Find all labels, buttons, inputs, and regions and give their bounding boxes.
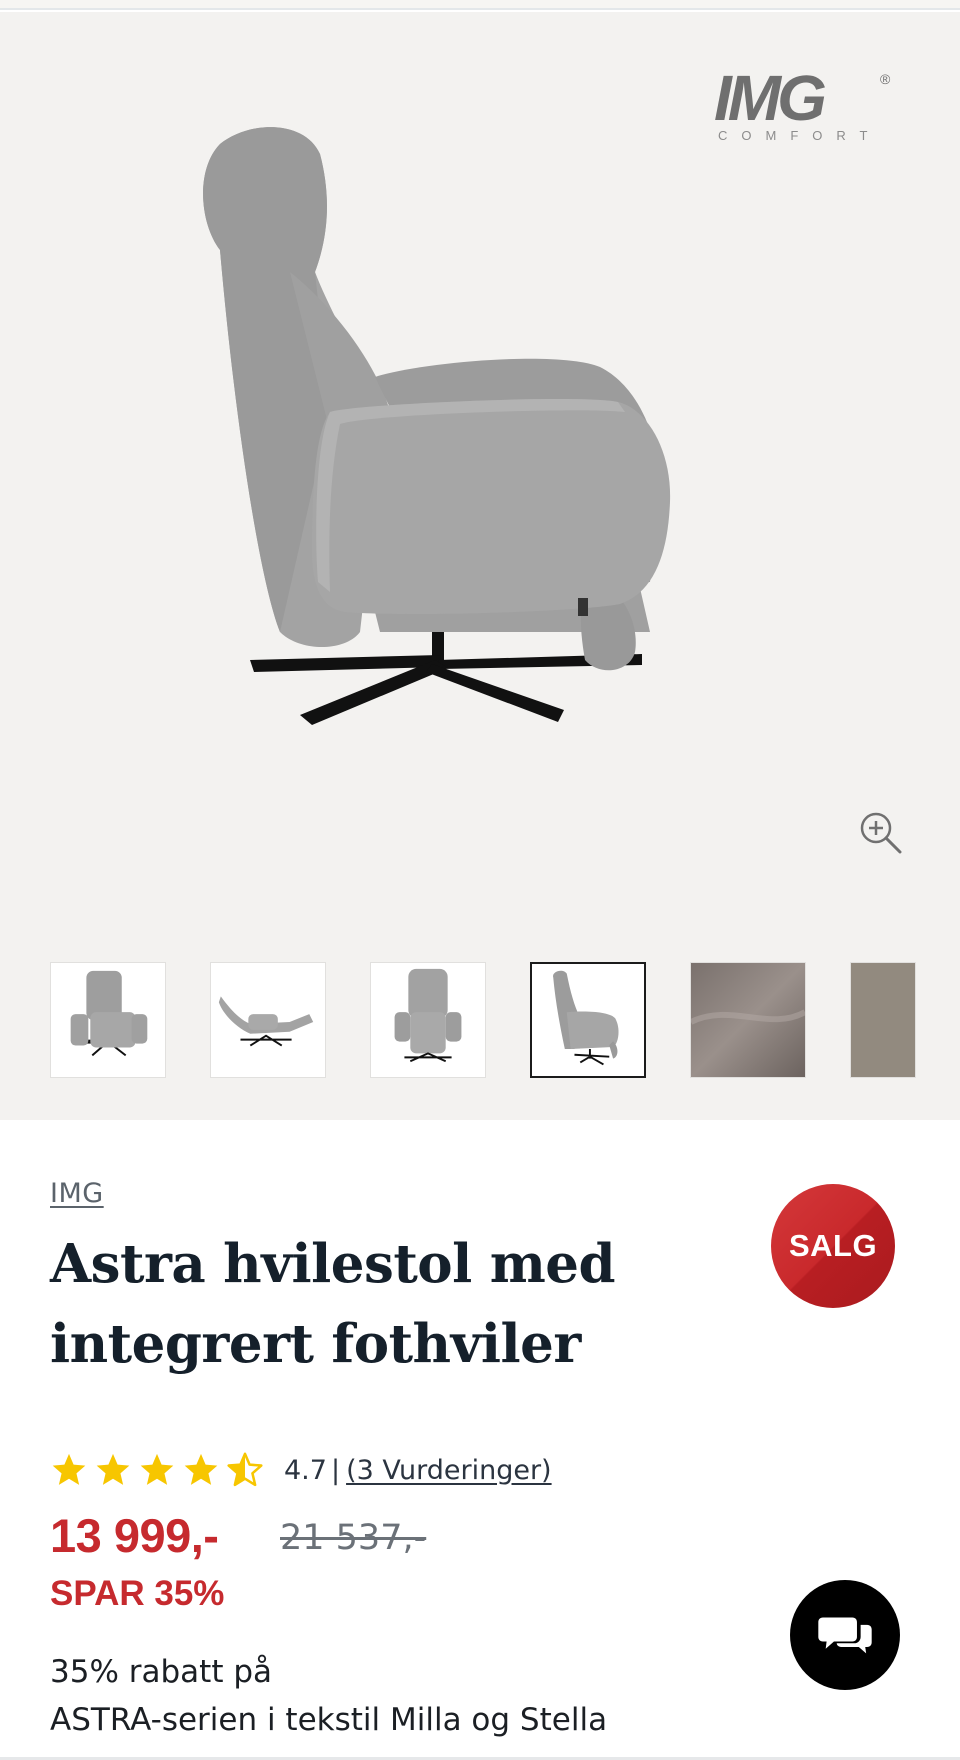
- sale-badge-label: SALG: [788, 1228, 878, 1263]
- promo-line2: ASTRA-serien i tekstil Milla og Stella: [50, 1702, 608, 1738]
- brand-link[interactable]: IMG: [50, 1178, 104, 1209]
- current-price: 13 999,-: [50, 1509, 219, 1562]
- star-full-icon: [140, 1453, 174, 1485]
- thumb-fabric-closeup[interactable]: [690, 962, 806, 1078]
- rating-separator: |: [330, 1454, 341, 1486]
- hero-product-image[interactable]: [180, 112, 780, 832]
- thumb-reclined[interactable]: [210, 962, 326, 1078]
- thumbnail-strip: [50, 962, 930, 1080]
- product-title-line2: integrert fothviler: [50, 1313, 581, 1375]
- promo-line1: 35% rabatt på: [50, 1654, 273, 1690]
- reviews-link[interactable]: (3 Vurderinger): [346, 1455, 552, 1486]
- brand-logo: IMG ® COMFORT: [714, 62, 894, 146]
- chat-button[interactable]: [790, 1580, 900, 1690]
- star-full-icon: [52, 1453, 86, 1485]
- original-price: 21 537,-: [280, 1518, 427, 1558]
- logo-wordmark: IMG: [714, 62, 825, 134]
- thumb-side[interactable]: [530, 962, 646, 1078]
- zoom-in-icon[interactable]: [856, 808, 904, 856]
- thumb-fabric-swatch[interactable]: [850, 962, 916, 1078]
- logo-subline: COMFORT: [718, 128, 881, 143]
- top-bar: [0, 0, 960, 10]
- star-full-icon: [184, 1453, 218, 1485]
- star-full-icon: [96, 1453, 130, 1485]
- promo-text: 35% rabatt på ASTRA-serien i tekstil Mil…: [50, 1648, 607, 1744]
- product-gallery: IMG ® COMFORT: [0, 12, 960, 1120]
- rating-value: 4.7: [284, 1454, 327, 1486]
- thumb-front-angle[interactable]: [50, 962, 166, 1078]
- rating-stars: [50, 1451, 264, 1489]
- product-title-line1: Astra hvilestol med: [50, 1233, 616, 1295]
- product-rating: 4.7 | (3 Vurderinger): [50, 1448, 552, 1492]
- thumb-front[interactable]: [370, 962, 486, 1078]
- chat-bubbles-icon: [818, 1617, 872, 1654]
- star-half-icon: [227, 1452, 263, 1487]
- saving-label: SPAR 35%: [50, 1574, 225, 1613]
- logo-registered-mark: ®: [880, 71, 891, 87]
- product-title: Astra hvilestol med integrert fothviler: [50, 1224, 690, 1384]
- sale-badge: SALG: [771, 1184, 895, 1308]
